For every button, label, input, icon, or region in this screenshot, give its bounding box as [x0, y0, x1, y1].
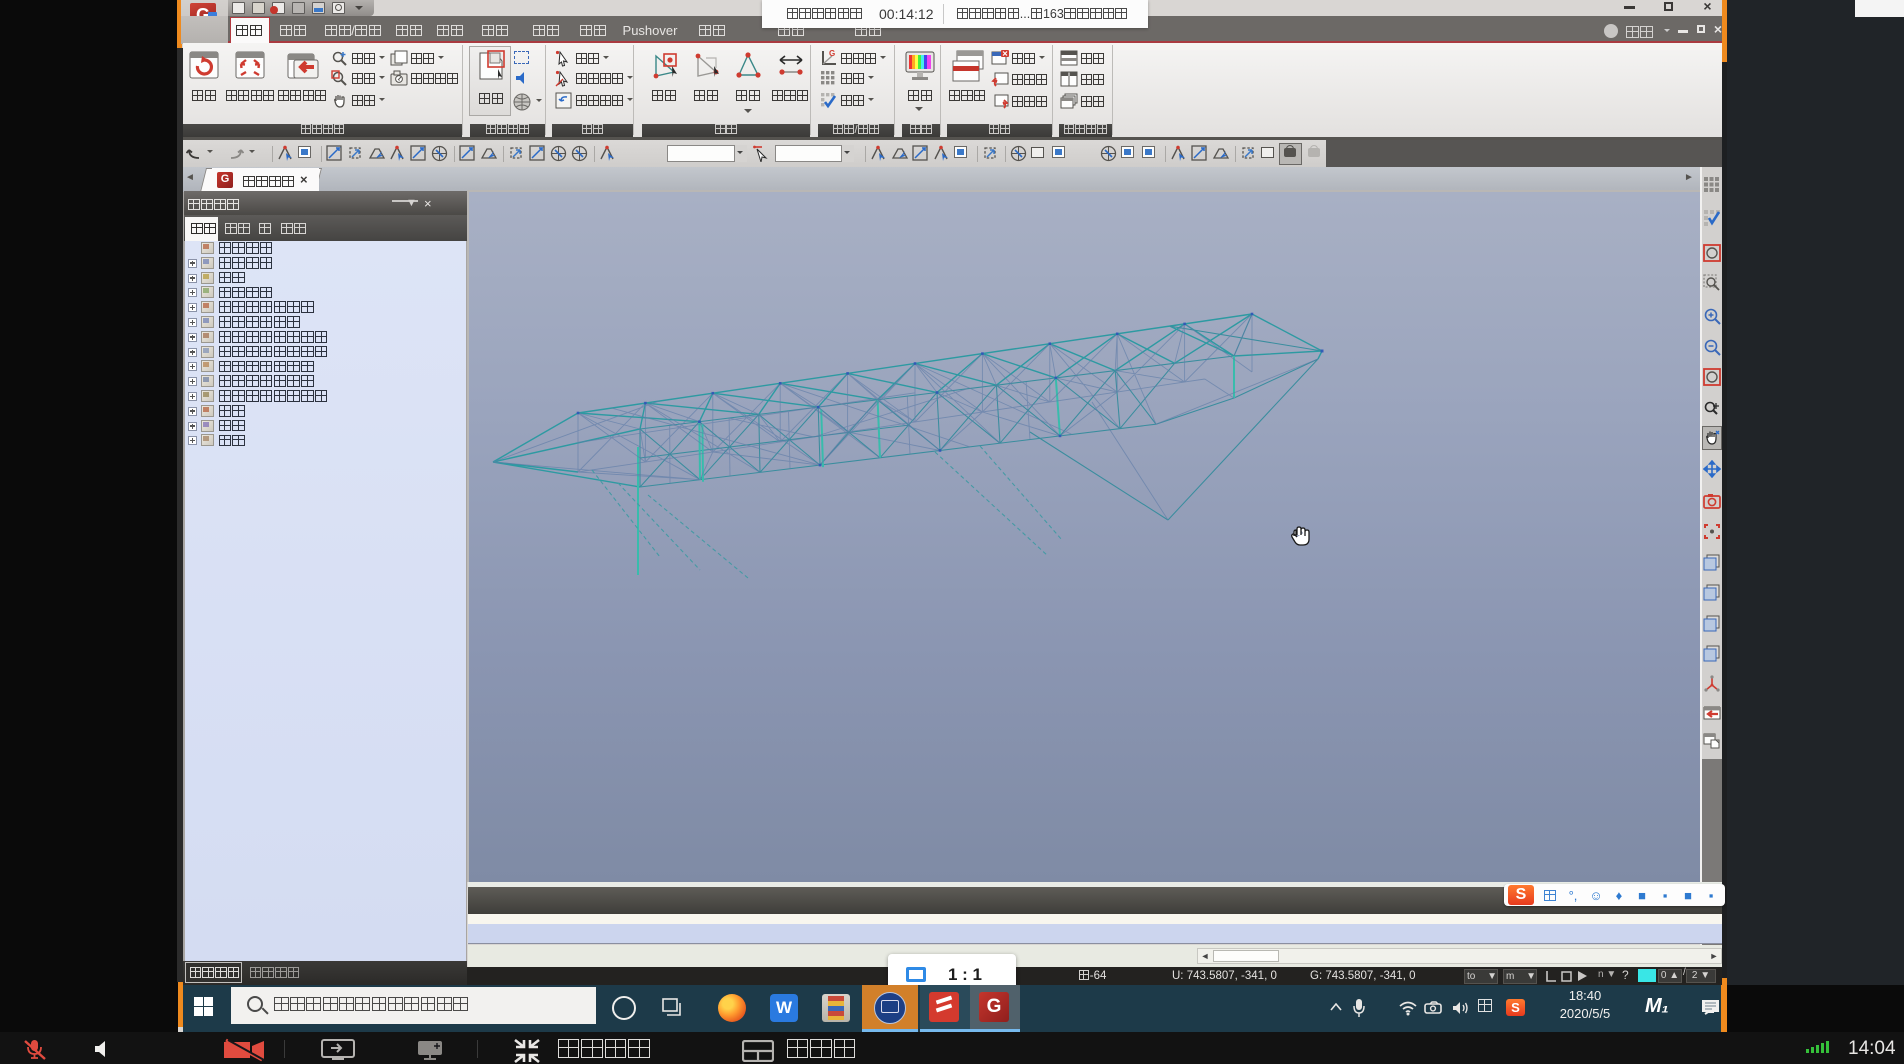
svg-text:G: G	[829, 50, 835, 58]
